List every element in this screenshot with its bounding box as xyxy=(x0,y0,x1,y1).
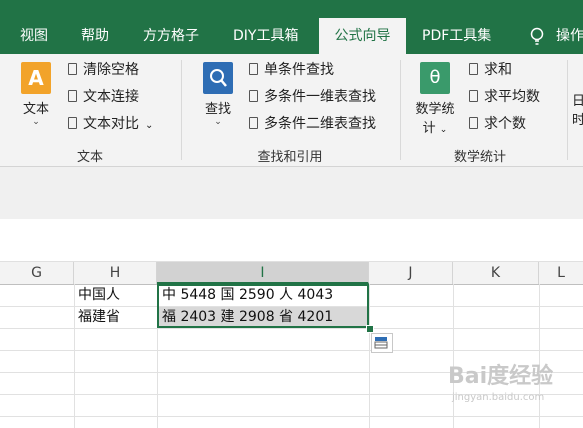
text-concat-label: 文本连接 xyxy=(83,89,139,105)
grid-line xyxy=(369,284,370,428)
clear-spaces-item[interactable]: 清除空格 xyxy=(68,59,139,81)
single-condition-lookup-label: 单条件查找 xyxy=(264,62,334,78)
tab-diy-toolbox[interactable]: DIY工具箱 xyxy=(233,18,298,54)
math-stats-label-line1: 数学统 xyxy=(415,102,455,117)
grid-line xyxy=(74,284,75,428)
tab-fangfang[interactable]: 方方格子 xyxy=(143,18,199,54)
sum-label: 求和 xyxy=(484,62,512,78)
text-big-button-label: 文本 xyxy=(22,102,49,117)
tab-pdf-tools[interactable]: PDF工具集 xyxy=(422,18,491,54)
bookmark-icon xyxy=(68,117,77,129)
column-header-l[interactable]: L xyxy=(539,262,583,284)
ribbon: A 文本 ⌄ 清除空格 文本连接 文本对比 ⌄ 文本 查找 ⌄ 单条件查找 多条件… xyxy=(0,54,583,167)
column-header-i[interactable]: I xyxy=(157,262,369,284)
datetime-label-line2: 时 xyxy=(572,113,583,128)
grid-line xyxy=(539,284,540,428)
quick-analysis-icon xyxy=(374,337,388,349)
chevron-down-icon: ⌄ xyxy=(214,117,222,127)
bookmark-icon xyxy=(469,90,478,102)
ribbon-tab-bar: 视图 帮助 方方格子 DIY工具箱 公式向导 PDF工具集 操作 xyxy=(0,18,583,54)
column-header-k[interactable]: K xyxy=(453,262,539,284)
fill-handle[interactable] xyxy=(366,325,374,333)
text-a-icon: A xyxy=(21,62,51,94)
multi-condition-1d-lookup-item[interactable]: 多条件一维表查找 xyxy=(249,86,376,108)
tab-tell-me[interactable]: 操作 xyxy=(556,18,583,54)
column-header-g[interactable]: G xyxy=(0,262,74,284)
text-compare-label: 文本对比 xyxy=(83,116,139,132)
column-header-h[interactable]: H xyxy=(74,262,157,284)
text-compare-item[interactable]: 文本对比 ⌄ xyxy=(68,113,153,135)
bookmark-icon xyxy=(249,117,258,129)
formula-bar-area xyxy=(0,167,583,219)
math-stats-label-line2: 计 xyxy=(422,121,436,136)
lightbulb-icon[interactable] xyxy=(527,26,547,46)
sum-item[interactable]: 求和 xyxy=(469,59,512,81)
lookup-big-button[interactable]: 查找 ⌄ xyxy=(196,62,240,127)
column-header-row: G H I J K L xyxy=(0,262,583,285)
clear-spaces-label: 清除空格 xyxy=(83,62,139,78)
tab-formula-wizard[interactable]: 公式向导 xyxy=(319,18,406,54)
bookmark-icon xyxy=(68,63,77,75)
multi-condition-2d-lookup-label: 多条件二维表查找 xyxy=(264,116,376,132)
watermark-url: jingyan.baidu.com xyxy=(452,392,545,403)
average-label: 求平均数 xyxy=(484,89,540,105)
count-item[interactable]: 求个数 xyxy=(469,113,526,135)
grid-line xyxy=(0,328,583,329)
quick-analysis-button[interactable] xyxy=(371,333,393,353)
grid-line xyxy=(453,284,454,428)
multi-condition-1d-lookup-label: 多条件一维表查找 xyxy=(264,89,376,105)
multi-condition-2d-lookup-item[interactable]: 多条件二维表查找 xyxy=(249,113,376,135)
title-bar xyxy=(0,0,583,18)
search-book-icon xyxy=(203,62,233,94)
lookup-group-label: 查找和引用 xyxy=(257,150,323,165)
bookmark-icon xyxy=(68,90,77,102)
bookmark-icon xyxy=(469,63,478,75)
theta-icon: θ xyxy=(420,62,450,94)
text-group-label: 文本 xyxy=(76,150,103,165)
cell-h1[interactable]: 中国人 xyxy=(78,285,120,306)
average-item[interactable]: 求平均数 xyxy=(469,86,540,108)
count-label: 求个数 xyxy=(484,116,526,132)
grid-line xyxy=(0,416,583,417)
group-divider xyxy=(567,60,568,160)
text-big-button[interactable]: A 文本 ⌄ xyxy=(14,62,58,127)
datetime-button-partial[interactable]: 日 时 xyxy=(572,90,583,128)
chevron-down-icon: ⌄ xyxy=(439,125,448,135)
tab-help[interactable]: 帮助 xyxy=(81,18,109,54)
selection-border xyxy=(157,284,369,328)
chevron-down-icon: ⌄ xyxy=(145,120,154,131)
lookup-big-button-label: 查找 xyxy=(204,102,231,117)
single-condition-lookup-item[interactable]: 单条件查找 xyxy=(249,59,334,81)
chevron-down-icon: ⌄ xyxy=(32,117,40,127)
column-header-j[interactable]: J xyxy=(369,262,453,284)
cell-h2[interactable]: 福建省 xyxy=(78,307,120,328)
group-divider xyxy=(400,60,401,160)
formula-bar[interactable] xyxy=(0,219,583,262)
math-stats-big-button[interactable]: θ 数学统 计 ⌄ xyxy=(410,62,460,136)
math-group-label: 数学统计 xyxy=(453,150,506,165)
bookmark-icon xyxy=(249,90,258,102)
datetime-label-line1: 日 xyxy=(572,94,583,109)
tab-view[interactable]: 视图 xyxy=(20,18,48,54)
text-concat-item[interactable]: 文本连接 xyxy=(68,86,139,108)
group-divider xyxy=(181,60,182,160)
watermark-logo: Bai度经验 xyxy=(448,364,554,389)
grid-line xyxy=(0,350,583,351)
bookmark-icon xyxy=(469,117,478,129)
bookmark-icon xyxy=(249,63,258,75)
